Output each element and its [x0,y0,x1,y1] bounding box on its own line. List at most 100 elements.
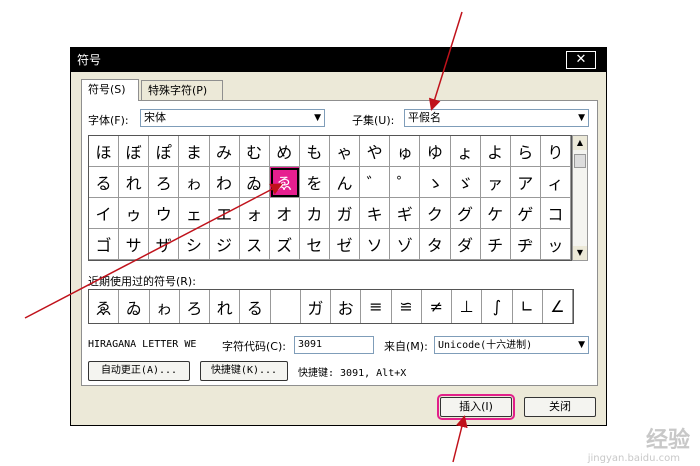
symbol-cell[interactable]: ガ [330,198,361,229]
symbol-cell[interactable]: ゴ [89,229,120,260]
symbol-cell[interactable]: コ [540,198,571,229]
symbol-cell[interactable]: も [299,136,330,167]
symbol-grid: ほぼぽまみむめもゃやゅゆょよらりるれろゎわゐゑをん゛゜ゝゞァアィイゥウェエォオカ… [88,135,572,261]
symbol-cell[interactable]: ゃ [330,136,361,167]
symbol-cell[interactable]: を [299,167,330,198]
recent-symbol-cell[interactable]: ∫ [482,290,513,323]
symbol-cell[interactable]: オ [269,198,300,229]
insert-button[interactable]: 插入(I) [437,394,515,420]
symbol-cell[interactable]: チ [480,229,511,260]
symbol-cell[interactable]: む [239,136,270,167]
symbol-cell[interactable]: ア [510,167,541,198]
symbol-cell[interactable]: る [89,167,120,198]
symbol-cell[interactable]: キ [360,198,391,229]
autocorrect-button[interactable]: 自动更正(A)... [88,361,190,381]
recent-symbol-cell[interactable]: ろ [180,290,210,323]
font-select[interactable]: 宋体 ▼ [140,109,325,127]
symbol-cell[interactable]: ゜ [390,167,421,198]
symbol-cell[interactable]: ォ [239,198,270,229]
watermark-url: jingyan.baidu.com [587,453,680,464]
symbol-cell[interactable]: ら [510,136,541,167]
symbol-cell[interactable]: ゲ [510,198,541,229]
symbol-cell[interactable]: ま [179,136,210,167]
symbol-cell[interactable]: ゎ [179,167,210,198]
symbol-cell[interactable]: ソ [360,229,391,260]
symbol-cell[interactable]: や [360,136,391,167]
recent-symbol-cell[interactable] [271,290,301,323]
recent-symbol-cell[interactable]: ガ [301,290,331,323]
symbol-cell[interactable]: ゛ [360,167,391,198]
symbol-cell[interactable]: サ [119,229,150,260]
symbol-cell[interactable]: ッ [540,229,571,260]
symbol-cell[interactable]: ぽ [149,136,180,167]
symbol-cell[interactable]: ゐ [239,167,270,198]
symbol-cell[interactable]: ジ [209,229,240,260]
symbol-cell[interactable]: ズ [269,229,300,260]
symbol-cell[interactable]: よ [480,136,511,167]
symbol-cell[interactable]: ゅ [390,136,421,167]
symbol-cell[interactable]: イ [89,198,120,229]
symbol-cell[interactable]: ゆ [420,136,451,167]
recent-symbol-cell[interactable]: ∠ [543,290,573,323]
symbol-cell[interactable]: ゞ [450,167,481,198]
recent-symbol-cell[interactable]: ∟ [513,290,543,323]
symbol-cell[interactable]: ゝ [420,167,451,198]
from-select[interactable]: Unicode(十六进制) ▼ [434,336,589,354]
symbol-cell[interactable]: ケ [480,198,511,229]
recent-symbol-cell[interactable]: る [240,290,271,323]
symbol-cell[interactable]: め [269,136,300,167]
symbol-cell[interactable]: み [209,136,240,167]
symbol-cell[interactable]: ゾ [390,229,421,260]
recent-symbol-cell[interactable]: ゐ [119,290,150,323]
recent-symbol-cell[interactable]: ゑ [89,290,120,323]
symbol-cell[interactable]: ぼ [119,136,150,167]
scroll-thumb[interactable] [574,154,586,168]
symbol-cell[interactable]: ザ [149,229,180,260]
recent-symbol-cell[interactable]: ≡ [361,290,392,323]
symbol-cell[interactable]: ク [420,198,451,229]
from-label: 来自(M): [384,340,428,353]
symbol-cell[interactable]: ェ [179,198,210,229]
symbol-cell[interactable]: シ [179,229,210,260]
symbol-cell[interactable]: ィ [540,167,571,198]
subset-select[interactable]: 平假名 ▼ [404,109,589,127]
symbol-cell[interactable]: ダ [450,229,481,260]
symbol-cell[interactable]: タ [420,229,451,260]
recent-symbol-cell[interactable]: ゎ [150,290,180,323]
shortcut-key-button[interactable]: 快捷键(K)... [200,361,288,381]
close-window-button[interactable]: ✕ [566,51,596,69]
symbol-cell[interactable]: ゑ [269,167,300,198]
symbol-cell[interactable]: ん [330,167,361,198]
symbol-cell[interactable]: ウ [149,198,180,229]
symbol-cell[interactable]: グ [450,198,481,229]
recent-symbol-cell[interactable]: れ [210,290,241,323]
symbol-cell[interactable]: れ [119,167,150,198]
symbol-cell[interactable]: ヂ [510,229,541,260]
symbol-cell[interactable]: わ [209,167,240,198]
symbol-cell[interactable]: ァ [480,167,511,198]
tab-special-characters[interactable]: 特殊字符(P) [141,80,223,100]
symbol-cell[interactable]: り [540,136,571,167]
recent-symbol-cell[interactable]: ≠ [422,290,452,323]
recent-symbol-cell[interactable]: ≌ [392,290,422,323]
symbol-cell[interactable]: ゼ [330,229,361,260]
symbol-cell[interactable]: ょ [450,136,481,167]
symbol-cell[interactable]: ス [239,229,270,260]
scroll-up-icon[interactable]: ▲ [573,136,587,150]
scroll-down-icon[interactable]: ▼ [573,246,587,260]
symbol-cell[interactable]: エ [209,198,240,229]
symbol-cell[interactable]: ほ [89,136,120,167]
symbol-cell[interactable]: セ [299,229,330,260]
recent-symbol-cell[interactable]: ⊥ [452,290,483,323]
symbol-cell[interactable]: ろ [149,167,180,198]
symbol-grid-scrollbar[interactable]: ▲ ▼ [572,135,588,261]
symbol-cell[interactable]: ギ [390,198,421,229]
tab-symbols[interactable]: 符号(S) [81,79,139,101]
close-button[interactable]: 关闭 [524,397,596,417]
symbol-cell[interactable]: カ [299,198,330,229]
character-name: HIRAGANA LETTER WE [88,339,197,350]
shortcut-info: 快捷键: 3091, Alt+X [298,368,407,379]
recent-symbol-cell[interactable]: お [331,290,362,323]
char-code-input[interactable]: 3091 [294,336,374,354]
symbol-cell[interactable]: ゥ [119,198,150,229]
